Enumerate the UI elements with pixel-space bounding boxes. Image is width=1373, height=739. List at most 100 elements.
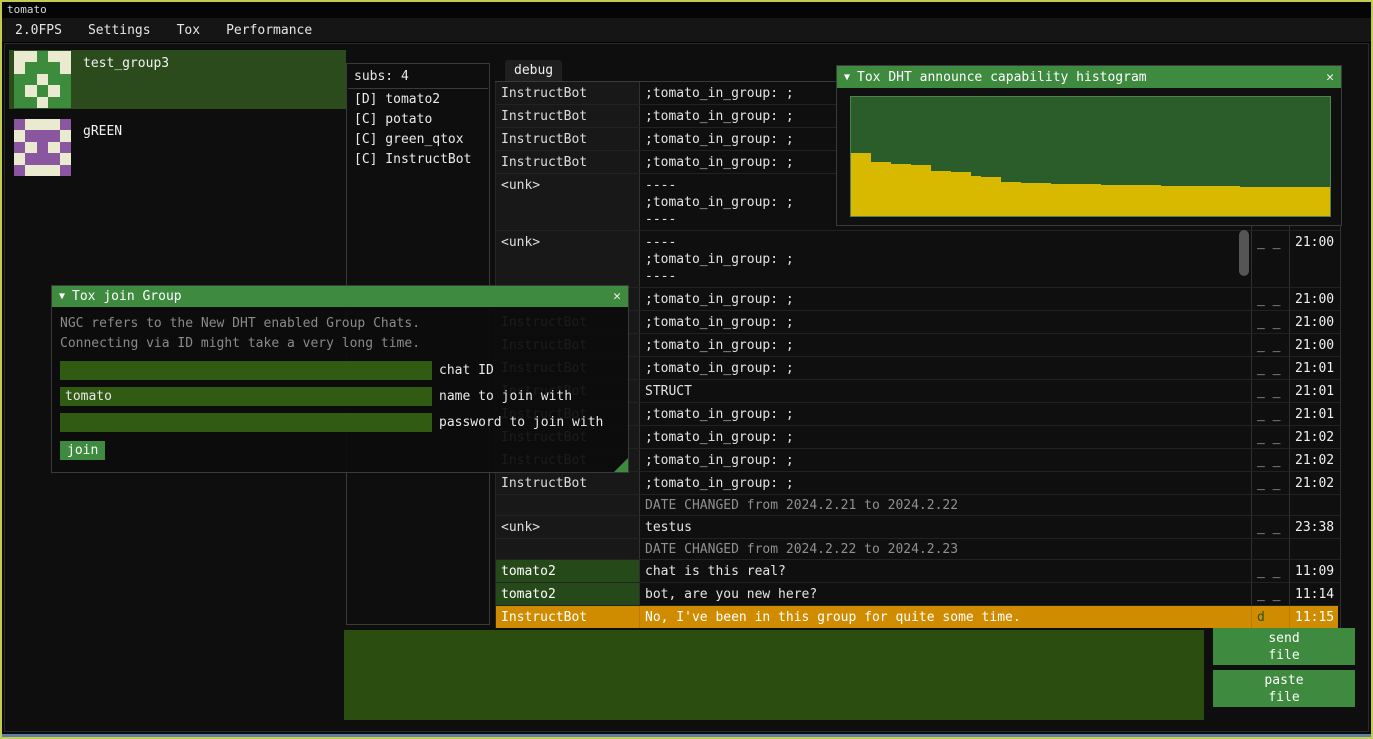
histogram-bar <box>901 164 911 216</box>
message-flags: _ _ <box>1252 357 1290 379</box>
member-list-item[interactable]: [C] InstructBot <box>347 149 489 169</box>
sender-name: tomato2 <box>496 583 640 605</box>
collapse-arrow-icon[interactable]: ▼ <box>844 72 850 83</box>
histogram-bar <box>1190 186 1200 216</box>
resize-grip[interactable] <box>614 458 628 472</box>
histogram-bar <box>941 171 951 216</box>
histogram-bar <box>1310 187 1320 216</box>
histogram-bar <box>1260 187 1270 216</box>
join-hint-line1: NGC refers to the New DHT enabled Group … <box>60 314 620 334</box>
menu-bar: 2.0FPSSettingsToxPerformance <box>2 18 1371 43</box>
close-icon[interactable]: ✕ <box>613 289 621 304</box>
message-row: <unk>----;tomato_in_group: ;----_ _21:00 <box>496 231 1340 288</box>
chat-scrollbar-thumb[interactable] <box>1239 230 1249 276</box>
date-changed-text: DATE CHANGED from 2024.2.21 to 2024.2.22 <box>640 495 1252 515</box>
join-name-row: name to join with <box>60 387 620 406</box>
group-item-green[interactable]: gREEN <box>9 118 346 177</box>
window-title: tomato <box>7 3 47 16</box>
sender-name: InstructBot <box>496 82 640 104</box>
message-time: 21:00 <box>1290 231 1338 287</box>
message-row: <unk>testus_ _23:38 <box>496 516 1340 539</box>
histogram-bar <box>1200 186 1210 216</box>
join-group-window: ▼ Tox join Group ✕ NGC refers to the New… <box>51 285 629 473</box>
histogram-bar <box>1131 185 1141 216</box>
join-window-titlebar[interactable]: ▼ Tox join Group ✕ <box>52 286 628 307</box>
message-text: ;tomato_in_group: ; <box>640 357 1252 379</box>
member-list-item[interactable]: [D] tomato2 <box>347 89 489 109</box>
chat-id-input[interactable] <box>60 361 432 380</box>
message-text: STRUCT <box>640 380 1252 402</box>
histogram-bar <box>1300 187 1310 216</box>
message-flags: _ _ <box>1252 380 1290 402</box>
message-time: 21:02 <box>1290 426 1338 448</box>
message-input[interactable] <box>344 630 1204 720</box>
join-window-body: NGC refers to the New DHT enabled Group … <box>52 307 628 472</box>
join-name-input[interactable] <box>60 387 432 406</box>
message-text: ----;tomato_in_group: ;---- <box>640 231 1252 287</box>
menu-item-2-0fps[interactable]: 2.0FPS <box>2 18 75 42</box>
join-password-row: password to join with <box>60 413 620 432</box>
histogram-bar <box>1121 185 1131 216</box>
message-text: No, I've been in this group for quite so… <box>640 606 1252 628</box>
histogram-bar <box>1161 186 1171 216</box>
menu-item-tox[interactable]: Tox <box>164 18 213 42</box>
message-time: 11:15 <box>1290 606 1338 628</box>
histogram-bar <box>851 153 861 216</box>
histogram-bar <box>1051 184 1061 216</box>
message-flags: _ _ <box>1252 311 1290 333</box>
sender-name <box>496 495 640 515</box>
message-flags: _ _ <box>1252 583 1290 605</box>
histogram-bar <box>981 177 991 216</box>
message-flags: _ _ <box>1252 472 1290 494</box>
histogram-bar <box>1071 184 1081 216</box>
message-time: 11:09 <box>1290 560 1338 582</box>
histogram-bar <box>871 162 881 216</box>
group-name: test_group3 <box>83 56 169 71</box>
menu-item-performance[interactable]: Performance <box>213 18 325 42</box>
message-text: chat is this real? <box>640 560 1252 582</box>
message-flags: _ _ <box>1252 516 1290 538</box>
histogram-bar <box>1001 182 1011 217</box>
tab-debug[interactable]: debug <box>505 60 562 81</box>
message-text: ;tomato_in_group: ; <box>640 334 1252 356</box>
histogram-bar <box>1041 183 1051 216</box>
date-separator-row: DATE CHANGED from 2024.2.21 to 2024.2.22 <box>496 495 1340 516</box>
histogram-bar <box>1101 185 1111 216</box>
histogram-bar <box>1011 182 1021 217</box>
message-time: 21:01 <box>1290 403 1338 425</box>
message-text: ;tomato_in_group: ; <box>640 426 1252 448</box>
histogram-window-titlebar[interactable]: ▼ Tox DHT announce capability histogram … <box>837 66 1341 88</box>
message-row: InstructBot;tomato_in_group: ;_ _21:02 <box>496 472 1340 495</box>
message-time: 21:00 <box>1290 288 1338 310</box>
message-time: 21:01 <box>1290 357 1338 379</box>
collapse-arrow-icon[interactable]: ▼ <box>59 291 65 302</box>
group-item-test_group3[interactable]: test_group3 <box>9 50 346 109</box>
join-button[interactable]: join <box>60 441 105 460</box>
message-time: 21:02 <box>1290 449 1338 471</box>
bottom-window-edge <box>2 734 1371 737</box>
date-separator-row: DATE CHANGED from 2024.2.22 to 2024.2.23 <box>496 539 1340 560</box>
member-list-item[interactable]: [C] potato <box>347 109 489 129</box>
message-time: 21:00 <box>1290 311 1338 333</box>
message-row: tomato2chat is this real?_ _11:09 <box>496 560 1340 583</box>
message-flags: _ _ <box>1252 231 1290 287</box>
histogram-bar <box>1021 183 1031 216</box>
histogram-plot <box>850 96 1331 217</box>
member-list-item[interactable]: [C] green_qtox <box>347 129 489 149</box>
histogram-bar <box>1290 187 1300 216</box>
join-password-input[interactable] <box>60 413 432 432</box>
histogram-bar <box>951 172 961 216</box>
message-flags: _ _ <box>1252 334 1290 356</box>
send-file-button[interactable]: send file <box>1213 628 1355 665</box>
paste-file-button[interactable]: paste file <box>1213 670 1355 707</box>
menu-item-settings[interactable]: Settings <box>75 18 164 42</box>
message-flags: _ _ <box>1252 449 1290 471</box>
message-flags <box>1252 539 1290 559</box>
histogram-window-title: Tox DHT announce capability histogram <box>857 70 1319 85</box>
histogram-bar <box>1270 187 1280 216</box>
histogram-bar <box>1220 186 1230 216</box>
group-name: gREEN <box>83 124 122 139</box>
close-icon[interactable]: ✕ <box>1326 70 1334 85</box>
message-time: 11:14 <box>1290 583 1338 605</box>
message-time: 23:38 <box>1290 516 1338 538</box>
